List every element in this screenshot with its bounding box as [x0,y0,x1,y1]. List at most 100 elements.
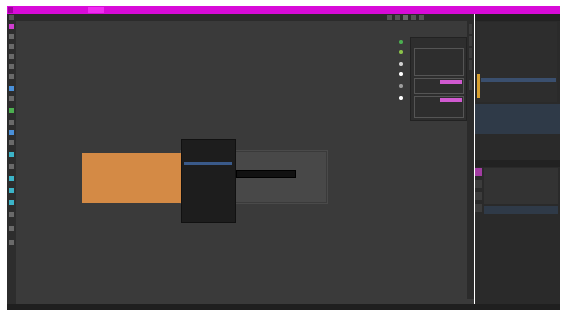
gizmo-dot[interactable] [399,84,403,88]
workspace-tab[interactable] [196,7,212,13]
menu-item[interactable] [184,218,232,221]
workspace-tab[interactable] [160,7,176,13]
strip-tab[interactable] [469,48,472,58]
editor-type-icon[interactable] [9,15,14,20]
menu-item-window[interactable] [52,7,64,13]
rendered-shading-icon[interactable] [419,15,424,20]
property-row[interactable] [488,176,528,179]
rip-icon[interactable] [9,240,14,245]
bevel-icon[interactable] [9,140,14,145]
outliner-row[interactable] [481,90,556,94]
menu-item[interactable] [184,200,232,203]
properties-tab-active[interactable] [475,168,482,176]
move-icon[interactable] [9,44,14,49]
menu-item[interactable] [184,206,232,209]
n-panel-row[interactable] [416,110,462,113]
view-menu[interactable] [50,15,66,20]
menu-item[interactable] [184,182,232,185]
menu-item[interactable] [184,188,232,191]
workspace-tab-active[interactable] [88,7,104,13]
spin-icon[interactable] [9,188,14,193]
menu-item-file[interactable] [15,7,27,13]
cursor-icon[interactable] [9,34,14,39]
properties-tab[interactable] [475,204,482,212]
material-shading-icon[interactable] [411,15,416,20]
transform-orientation[interactable] [200,15,240,20]
inset-icon[interactable] [9,130,14,135]
shading-options[interactable] [428,15,466,20]
polybuild-icon[interactable] [9,176,14,181]
n-panel-slider[interactable] [440,80,462,84]
outliner-row-selected[interactable] [481,78,556,82]
workspace-tab[interactable] [106,7,122,13]
select-box-icon[interactable] [9,24,14,29]
n-panel-row[interactable] [416,86,462,89]
object-menu[interactable] [104,15,120,20]
menu-item-help[interactable] [65,7,75,13]
xray-icon[interactable] [395,15,400,20]
strip-tab[interactable] [469,24,472,34]
workspace-tab[interactable] [178,7,194,13]
outliner-row[interactable] [481,42,556,46]
property-tab-label[interactable] [488,214,508,217]
app-logo-icon[interactable] [8,7,13,13]
menu-item-render[interactable] [39,7,51,13]
shear-icon[interactable] [9,226,14,231]
strip-tab[interactable] [469,36,472,46]
outliner-row[interactable] [481,84,556,88]
outliner-filter-area[interactable] [475,104,560,134]
menu-item-edit[interactable] [28,7,38,13]
outliner-row[interactable] [481,96,556,100]
selected-object[interactable] [82,153,182,203]
strip-tab[interactable] [469,80,472,90]
gizmo-dot[interactable] [399,96,403,100]
n-panel-slider[interactable] [440,98,462,102]
outliner-row[interactable] [481,30,556,34]
workspace-tab[interactable] [124,7,140,13]
knife-icon[interactable] [9,164,14,169]
snap-toggle[interactable] [250,15,270,20]
solid-shading-icon[interactable] [403,15,408,20]
outliner-row[interactable] [481,24,556,28]
menu-item[interactable] [184,194,232,197]
menu-item[interactable] [184,176,232,179]
mode-selector[interactable] [16,15,46,20]
menu-item-highlighted[interactable] [184,162,232,165]
add-cube-icon[interactable] [9,108,14,113]
shrink-icon[interactable] [9,212,14,217]
smooth-icon[interactable] [9,200,14,205]
menu-item[interactable] [184,156,232,159]
n-panel-row[interactable] [416,56,462,59]
annotate-icon[interactable] [9,86,14,91]
overlay-icon[interactable] [387,15,392,20]
outliner-row[interactable] [481,60,556,64]
properties-tab[interactable] [475,180,482,188]
outliner-row[interactable] [481,54,556,58]
workspace-tab[interactable] [142,7,158,13]
n-panel-row[interactable] [416,62,462,65]
gizmo-dot[interactable] [399,72,403,76]
outliner-row[interactable] [481,48,556,52]
n-panel-row[interactable] [416,104,462,107]
outliner-row[interactable] [481,36,556,40]
extrude-icon[interactable] [9,120,14,125]
gizmo-dot[interactable] [399,62,403,66]
select-menu[interactable] [68,15,84,20]
property-row[interactable] [488,190,528,193]
menu-item[interactable] [184,150,232,153]
property-tab-label[interactable] [512,214,532,217]
loopcut-icon[interactable] [9,152,14,157]
properties-tab[interactable] [475,192,482,200]
gizmo-dot[interactable] [399,50,403,54]
n-panel-row[interactable] [416,68,462,71]
property-tab-label[interactable] [536,214,556,217]
add-menu[interactable] [86,15,102,20]
transform-icon[interactable] [9,74,14,79]
gizmo-dot[interactable] [399,40,403,44]
strip-tab[interactable] [469,60,472,70]
rotate-icon[interactable] [9,54,14,59]
outliner-row[interactable] [481,66,556,70]
measure-icon[interactable] [9,96,14,101]
scale-icon[interactable] [9,64,14,69]
n-panel-row[interactable] [416,50,462,53]
